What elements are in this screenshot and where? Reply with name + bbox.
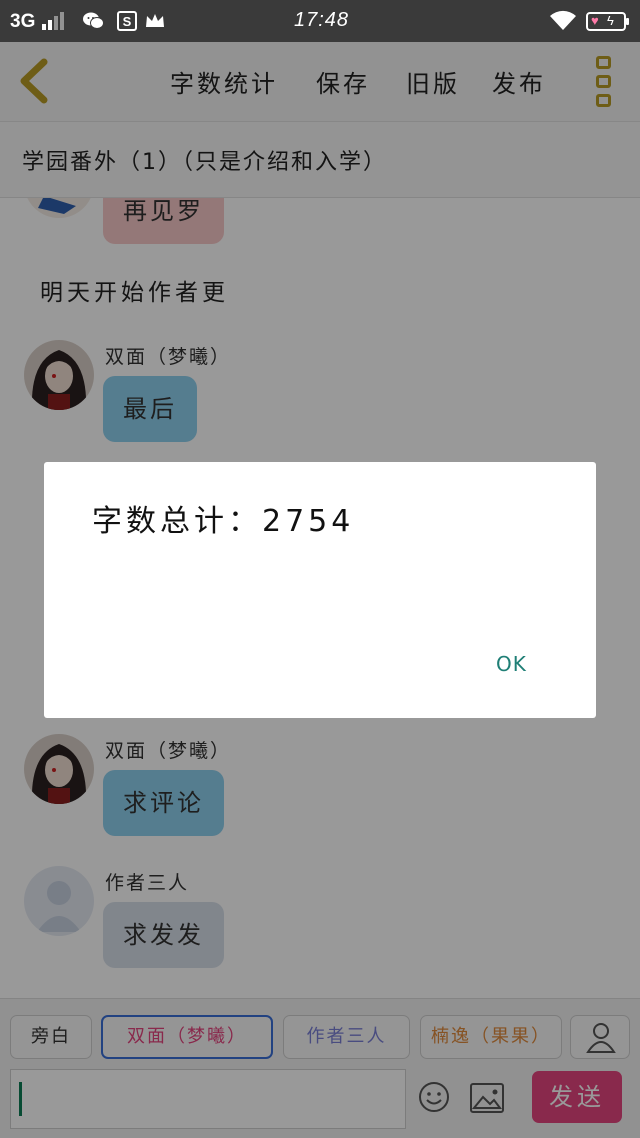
battery-icon: ♥ ϟ (586, 12, 629, 31)
ok-button[interactable]: OK (496, 652, 527, 676)
signal-icon (42, 12, 66, 30)
wifi-icon (550, 10, 576, 30)
word-count-result: 字数总计：2754 (92, 496, 354, 540)
s-app-icon: S (117, 11, 137, 31)
network-type: 3G (10, 11, 36, 32)
word-count-value: 2754 (262, 504, 355, 539)
svg-text:S: S (123, 14, 132, 29)
clock: 17:48 (294, 9, 350, 31)
word-count-label: 字数总计： (92, 504, 262, 539)
crown-icon (146, 14, 164, 27)
word-count-dialog: 字数总计：2754 OK (44, 462, 596, 718)
wechat-icon (83, 12, 104, 29)
status-bar: 3G S 17:48 ♥ ϟ (0, 0, 640, 42)
